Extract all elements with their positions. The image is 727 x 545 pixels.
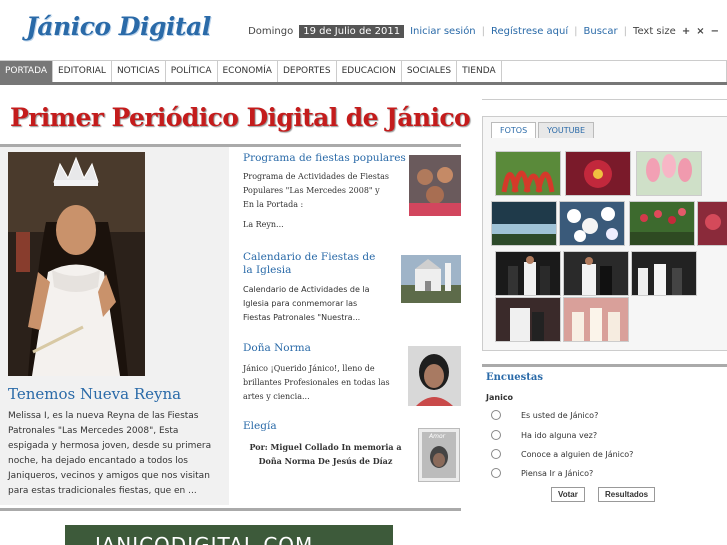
story-text: Programa de Actividades de Fiestas Popul… — [243, 172, 389, 209]
site-banner[interactable]: JANICODIGITAL.COM — [65, 525, 393, 545]
poll-divider — [482, 364, 727, 367]
nav-item-deportes[interactable]: DEPORTES — [278, 61, 337, 82]
nav-item-economia[interactable]: ECONOMÍA — [218, 61, 278, 82]
top-links: Domingo 19 de Julio de 2011 Iniciar sesi… — [248, 25, 719, 38]
story-text: Por: Miguel Collado In memoria a Doña No… — [249, 442, 402, 466]
site-logo[interactable]: Jánico Digital — [26, 12, 211, 41]
poll-option[interactable]: Conoce a alguien de Jánico? — [491, 449, 633, 459]
feature-title[interactable]: Tenemos Nueva Reyna — [8, 385, 181, 403]
thumb-caption: Amor — [429, 433, 446, 440]
photo-thumb[interactable] — [495, 151, 561, 196]
story-thumb[interactable]: Amor — [418, 428, 460, 482]
photo-thumb[interactable] — [491, 201, 557, 246]
plus-icon[interactable]: + — [682, 26, 690, 37]
nav-item-editorial[interactable]: EDITORIAL — [53, 61, 112, 82]
story-thumb[interactable] — [408, 346, 461, 406]
poll-option[interactable]: Es usted de Jánico? — [491, 410, 598, 420]
main-nav: PORTADA EDITORIAL NOTICIAS POLÍTICA ECON… — [0, 60, 727, 85]
login-link[interactable]: Iniciar sesión — [410, 26, 476, 37]
feature-story: Tenemos Nueva Reyna Melissa I, es la nue… — [0, 147, 229, 505]
media-tabs: FOTOS YOUTUBE — [491, 122, 595, 138]
photo-thumb[interactable] — [563, 297, 629, 342]
photo-thumb[interactable] — [631, 251, 697, 296]
photo-thumb[interactable] — [563, 251, 629, 296]
results-button[interactable]: Resultados — [598, 487, 656, 502]
story-text: Calendario de Actividades de la Iglesia … — [243, 285, 370, 322]
text-size-label: Text size — [633, 26, 676, 37]
radio-button[interactable] — [491, 449, 501, 459]
vote-button[interactable]: Votar — [551, 487, 585, 502]
nav-item-noticias[interactable]: NOTICIAS — [112, 61, 166, 82]
story-title[interactable]: Calendario de Fiestas de la Iglesia — [243, 251, 383, 277]
poll-title: Encuestas — [486, 372, 543, 383]
banner-text: JANICODIGITAL.COM — [95, 533, 314, 545]
date-badge: 19 de Julio de 2011 — [299, 25, 405, 38]
nav-item-portada[interactable]: PORTADA — [0, 61, 53, 82]
poll-option[interactable]: Piensa Ir a Jánico? — [491, 468, 593, 478]
poll-question: Janico — [486, 393, 514, 402]
nav-item-politica[interactable]: POLÍTICA — [166, 61, 218, 82]
nav-filler — [502, 61, 727, 82]
story-title[interactable]: Programa de fiestas populares — [243, 152, 406, 165]
bottom-divider — [0, 508, 461, 511]
right-divider — [482, 99, 727, 100]
photo-thumb[interactable] — [565, 151, 631, 196]
nav-item-sociales[interactable]: SOCIALES — [402, 61, 458, 82]
search-link[interactable]: Buscar — [584, 26, 618, 37]
radio-button[interactable] — [491, 468, 501, 478]
feature-photo[interactable] — [8, 152, 145, 376]
photo-thumb[interactable] — [559, 201, 625, 246]
radio-button[interactable] — [491, 410, 501, 420]
photo-thumb[interactable] — [636, 151, 702, 196]
story-text: Jánico ¡Querido Jánico!, lleno de brilla… — [243, 364, 390, 401]
poll-option[interactable]: Ha ido alguna vez? — [491, 430, 597, 440]
story-title[interactable]: Elegía — [243, 420, 277, 433]
tab-youtube[interactable]: YOUTUBE — [538, 122, 595, 138]
story-thumb[interactable] — [409, 155, 461, 216]
photo-thumb[interactable] — [697, 201, 727, 246]
nav-item-educacion[interactable]: EDUCACION — [337, 61, 402, 82]
reset-icon[interactable]: × — [696, 26, 704, 37]
story-title[interactable]: Doña Norma — [243, 342, 311, 355]
register-link[interactable]: Regístrese aquí — [491, 26, 568, 37]
tab-fotos[interactable]: FOTOS — [491, 122, 537, 138]
day-label: Domingo — [248, 26, 294, 37]
page-headline: Primer Periódico Digital de Jánico — [10, 103, 471, 132]
nav-item-tienda[interactable]: TIENDA — [457, 61, 502, 82]
feature-text: Melissa I, es la nueva Reyna de las Fies… — [8, 411, 212, 496]
photo-thumb[interactable] — [629, 201, 695, 246]
story-thumb[interactable] — [401, 255, 461, 303]
photo-thumb[interactable] — [495, 251, 561, 296]
story-more: La Reyn... — [243, 220, 284, 229]
photo-thumb[interactable] — [495, 297, 561, 342]
minus-icon[interactable]: − — [711, 26, 719, 37]
radio-button[interactable] — [491, 430, 501, 440]
media-gallery: FOTOS YOUTUBE — [482, 116, 727, 351]
